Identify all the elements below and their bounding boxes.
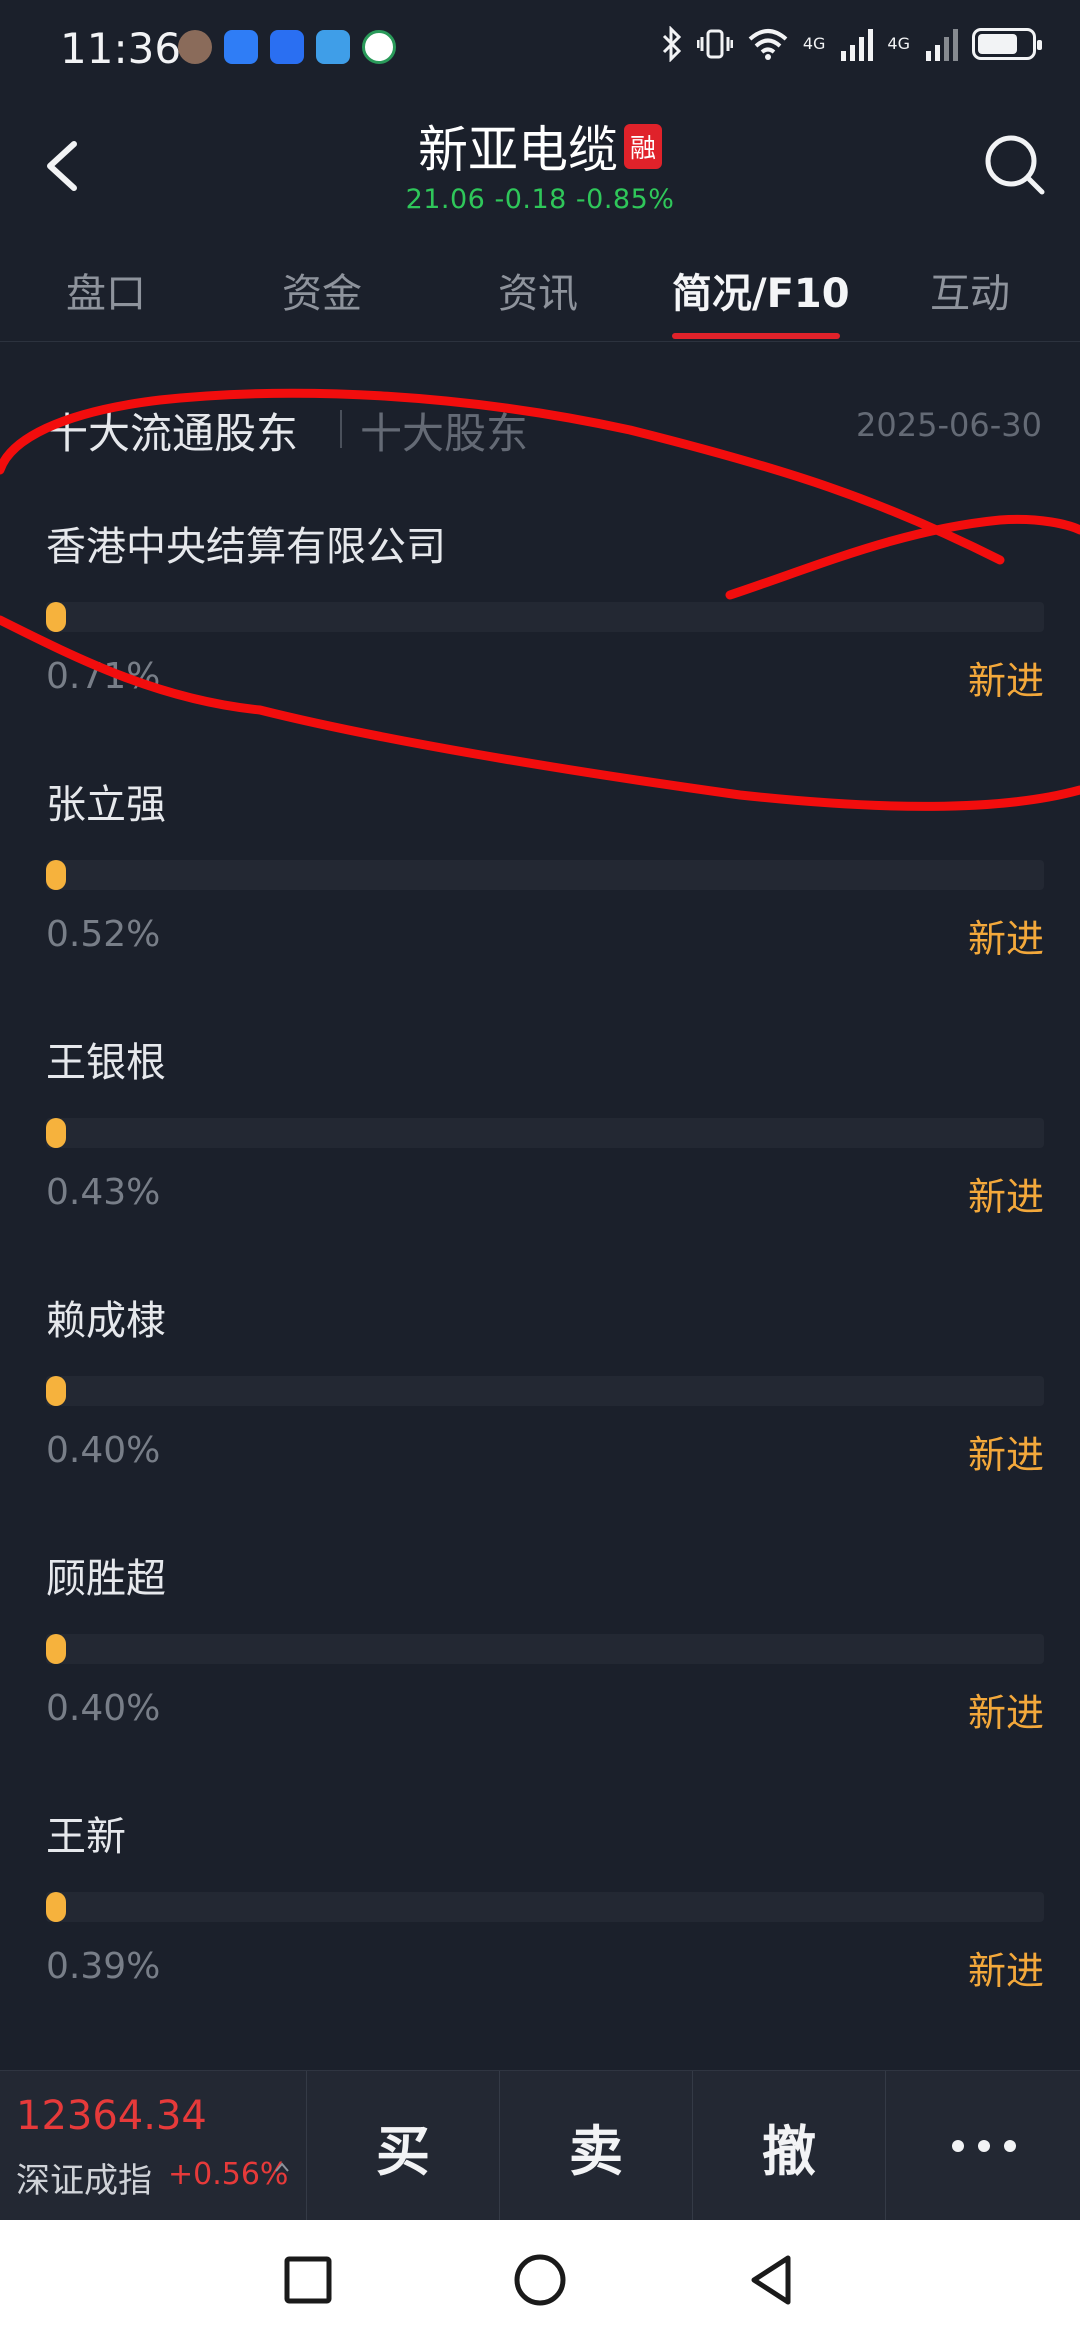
tab-funds[interactable]: 资金 (282, 261, 362, 319)
price-line: 21.06 -0.18 -0.85% (0, 184, 1080, 215)
signal-2-icon (926, 27, 958, 61)
status-indicators: 4G 4G (661, 26, 1042, 62)
bluetooth-icon (662, 26, 681, 62)
holder-name: 顾胜超 (46, 1556, 166, 1602)
holding-percent: 0.40% (46, 1430, 161, 1471)
tab-top10-holders[interactable]: 十大股东 (360, 400, 528, 461)
status-time: 11:36 (60, 24, 182, 73)
holder-row[interactable]: 王银根 0.43% 新进 (46, 1030, 1044, 1288)
more-dot-icon (977, 2140, 990, 2152)
holder-name: 香港中央结算有限公司 (46, 524, 446, 570)
change-tag: 新进 (967, 1691, 1044, 1735)
change-tag: 新进 (967, 1433, 1044, 1477)
cloud-app-icon (270, 30, 304, 64)
holding-bar-track (46, 1892, 1044, 1922)
holding-bar-track (46, 602, 1044, 632)
change-tag: 新进 (967, 1949, 1044, 1993)
back-triangle-icon[interactable] (742, 2250, 802, 2310)
holding-bar-fill (46, 602, 66, 632)
holding-bar-track (46, 1634, 1044, 1664)
more-dot-icon (951, 2140, 964, 2152)
holding-percent: 0.43% (46, 1172, 161, 1213)
holder-row[interactable]: 赖成棣 0.40% 新进 (46, 1288, 1044, 1546)
tab-bar: 盘口 资金 资讯 简况/F10 互动 (0, 245, 1080, 342)
holding-bar-track (46, 860, 1044, 890)
tab-top10-float-holders[interactable]: 十大流通股东 (46, 400, 298, 461)
tab-profile-f10[interactable]: 简况/F10 (672, 261, 850, 319)
battery-fill (978, 34, 1017, 54)
section-divider (340, 410, 342, 448)
holding-bar-fill (46, 1892, 66, 1922)
wallet-app-icon (316, 30, 350, 64)
holder-name: 张立强 (46, 782, 166, 828)
price-change-pct: -0.85% (575, 184, 675, 215)
network-type-1: 4G (802, 34, 826, 53)
holder-name: 赖成棣 (46, 1298, 166, 1344)
price-change: -0.18 (494, 184, 567, 215)
avatar-app-icon (178, 30, 212, 64)
holder-row[interactable]: 王新 0.39% 新进 (46, 1804, 1044, 2062)
holding-percent: 0.40% (46, 1688, 161, 1729)
change-tag: 新进 (967, 917, 1044, 961)
system-nav-bar (0, 2220, 1080, 2340)
bottom-trade-bar: 12364.34 深证成指 +0.56% 买 卖 撤 (0, 2070, 1080, 2221)
holder-name: 王银根 (46, 1040, 166, 1086)
holder-row[interactable]: 香港中央结算有限公司 0.71% 新进 (46, 514, 1044, 772)
bank-app-icon (362, 30, 396, 64)
stock-header: 新亚电缆融 21.06 -0.18 -0.85% (0, 100, 1080, 230)
report-date[interactable]: 2025-06-30 (856, 406, 1042, 444)
index-change: +0.56% (168, 2157, 289, 2192)
stock-title: 新亚电缆 (417, 121, 618, 179)
sell-button[interactable]: 卖 (500, 2071, 693, 2221)
title-group: 新亚电缆融 (0, 110, 1080, 182)
holder-row[interactable]: 张立强 0.52% 新进 (46, 772, 1044, 1030)
status-bar: 11:36 4G 4G (0, 0, 1080, 100)
vibrate-icon (696, 29, 733, 59)
holding-bar-fill (46, 1376, 66, 1406)
index-ticker[interactable]: 12364.34 深证成指 +0.56% (0, 2071, 307, 2221)
change-tag: 新进 (967, 1175, 1044, 1219)
holding-percent: 0.71% (46, 656, 161, 697)
message-app-icon (224, 30, 258, 64)
wifi-icon (748, 29, 788, 60)
margin-badge: 融 (623, 123, 662, 169)
shareholders-section-header: 十大流通股东 十大股东 2025-06-30 (46, 400, 1046, 460)
index-value: 12364.34 (16, 2093, 207, 2139)
tab-interact[interactable]: 互动 (930, 261, 1010, 319)
holding-percent: 0.39% (46, 1946, 161, 1987)
holder-name: 王新 (46, 1814, 126, 1860)
signal-1-icon (841, 27, 874, 61)
battery-icon (972, 28, 1042, 60)
more-dot-icon (1003, 2140, 1016, 2152)
change-tag: 新进 (967, 659, 1044, 703)
network-type-2: 4G (887, 34, 910, 53)
price-value: 21.06 (405, 184, 486, 215)
holding-bar-fill (46, 1634, 66, 1664)
tab-pankou[interactable]: 盘口 (66, 261, 146, 319)
home-circle-icon[interactable] (510, 2250, 570, 2310)
holding-percent: 0.52% (46, 914, 161, 955)
tab-news[interactable]: 资讯 (498, 261, 578, 319)
holding-bar-track (46, 1376, 1044, 1406)
holding-bar-fill (46, 860, 66, 890)
index-name: 深证成指 (16, 2161, 152, 2201)
holding-bar-track (46, 1118, 1044, 1148)
buy-button[interactable]: 买 (307, 2071, 500, 2221)
cancel-order-button[interactable]: 撤 (693, 2071, 886, 2221)
caret-up-icon (275, 2162, 289, 2172)
search-icon[interactable] (980, 130, 1050, 200)
recents-square-icon[interactable] (278, 2250, 338, 2310)
active-tab-indicator (672, 333, 840, 339)
notification-icons (178, 30, 396, 64)
holding-bar-fill (46, 1118, 66, 1148)
holder-row[interactable]: 顾胜超 0.40% 新进 (46, 1546, 1044, 1804)
more-menu-button[interactable] (887, 2071, 1080, 2221)
